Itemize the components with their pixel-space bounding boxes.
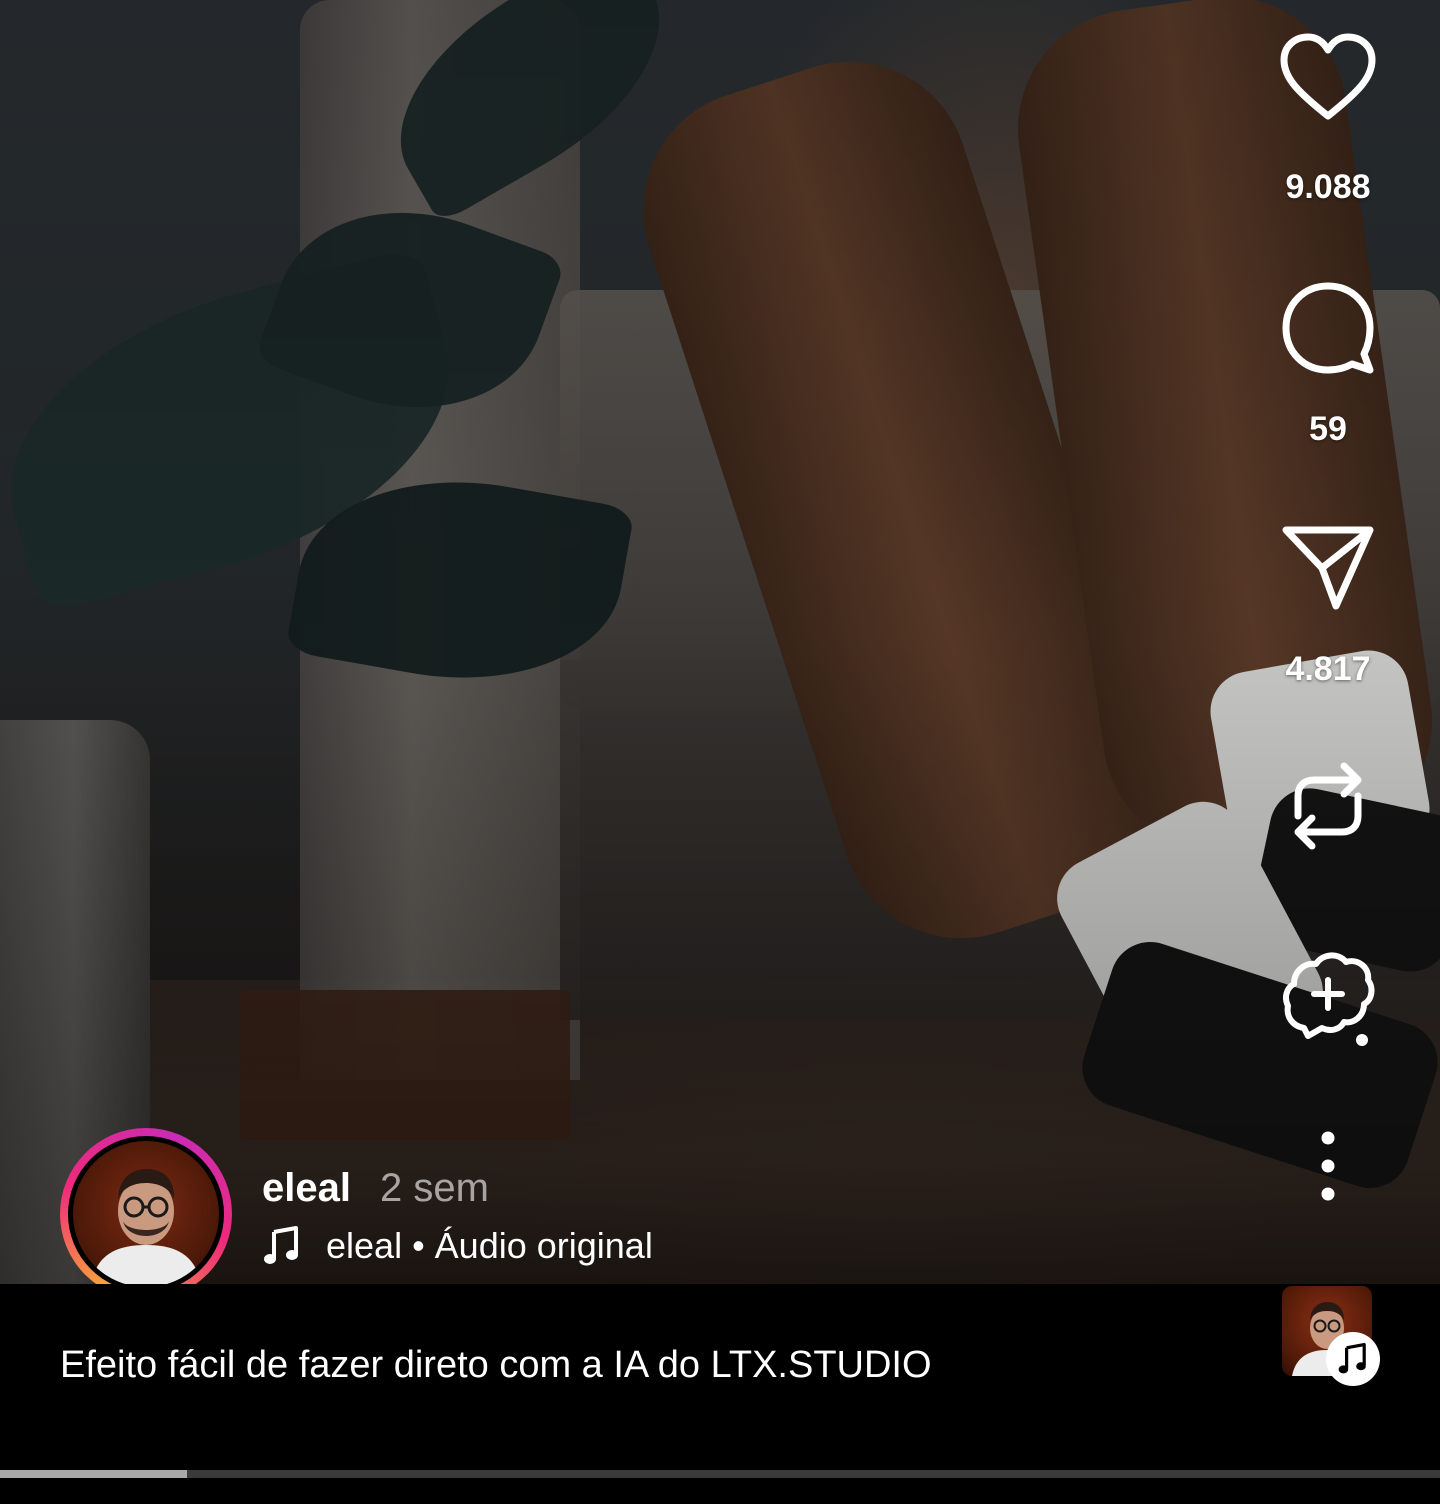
video-overlay-shade xyxy=(0,0,1440,1284)
like-button[interactable] xyxy=(1278,30,1378,130)
video-progress-bar[interactable] xyxy=(0,1470,1440,1478)
remix-button[interactable] xyxy=(1278,946,1378,1046)
audio-thumbnail-badge xyxy=(1326,1332,1380,1386)
audio-separator: • xyxy=(402,1225,435,1266)
like-count: 9.088 xyxy=(1285,168,1371,206)
send-icon xyxy=(1282,526,1374,610)
reel-video[interactable] xyxy=(0,0,1440,1284)
author-block: eleal 2 sem eleal • Áudio original xyxy=(60,1128,960,1300)
more-options-button[interactable] xyxy=(1278,1116,1378,1216)
music-note-icon xyxy=(264,1226,298,1264)
author-avatar[interactable] xyxy=(60,1128,232,1300)
comment-count: 59 xyxy=(1309,410,1347,448)
post-caption[interactable]: Efeito fácil de fazer direto com a IA do… xyxy=(60,1344,932,1387)
caption-bar: Efeito fácil de fazer direto com a IA do… xyxy=(0,1284,1440,1504)
heart-icon xyxy=(1280,33,1376,120)
repost-button[interactable] xyxy=(1278,756,1378,856)
share-count: 4.817 xyxy=(1285,650,1371,688)
post-time: 2 sem xyxy=(380,1166,489,1210)
more-vertical-icon xyxy=(1321,1131,1335,1201)
author-username[interactable]: eleal xyxy=(262,1166,351,1211)
share-button[interactable] xyxy=(1278,518,1378,618)
video-progress-fill xyxy=(0,1470,188,1478)
audio-label: eleal • Áudio original xyxy=(326,1225,653,1267)
add-comment-bubble-icon xyxy=(1283,952,1375,1046)
repost-icon xyxy=(1294,762,1362,850)
author-portrait xyxy=(91,1169,201,1287)
comment-button[interactable] xyxy=(1278,276,1378,376)
audio-owner: eleal xyxy=(326,1225,403,1266)
music-note-icon xyxy=(1338,1343,1366,1374)
audio-title: Áudio original xyxy=(434,1225,653,1266)
comment-icon xyxy=(1282,282,1374,374)
audio-link[interactable]: eleal • Áudio original xyxy=(262,1224,653,1268)
